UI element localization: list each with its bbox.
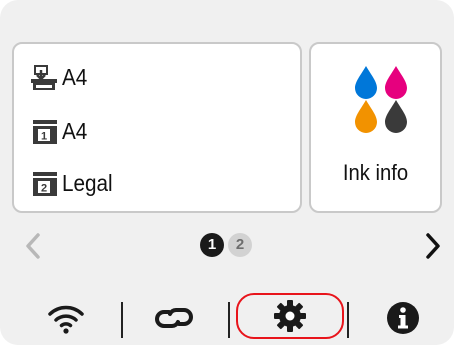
paper-row-cassette-2: 2 Legal <box>30 166 118 200</box>
page-indicator-current: 1 <box>200 233 224 257</box>
settings-button[interactable] <box>236 293 344 339</box>
cassette-1-icon: 1 <box>33 120 57 144</box>
wireless-direct-link-icon <box>155 308 193 328</box>
magenta-ink-drop <box>385 66 407 99</box>
wifi-button[interactable] <box>36 292 96 344</box>
chevron-left-icon[interactable] <box>22 232 46 260</box>
paper-size-rear-tray: A4 <box>62 63 88 90</box>
rear-tray-icon <box>31 65 57 90</box>
ink-drops-icon <box>355 66 407 133</box>
printer-home-screen: A4 1 A4 2 Legal Ink info 1 2 <box>0 0 454 345</box>
paper-settings-card[interactable]: A4 1 A4 2 Legal <box>12 42 302 213</box>
page-navigation: 1 2 <box>0 228 454 264</box>
paper-size-cassette-2: Legal <box>62 169 113 196</box>
black-ink-drop <box>385 100 407 133</box>
chevron-right-icon[interactable] <box>420 232 444 260</box>
cyan-ink-drop <box>355 66 377 99</box>
toolbar-divider <box>228 302 230 338</box>
toolbar-divider <box>347 302 349 338</box>
info-icon <box>387 302 419 334</box>
ink-info-button[interactable]: Ink info <box>309 42 442 213</box>
toolbar-divider <box>121 302 123 338</box>
cassette-1-number: 1 <box>41 131 47 143</box>
page-indicator-other: 2 <box>228 233 252 257</box>
info-button[interactable] <box>375 292 431 344</box>
wireless-direct-button[interactable] <box>142 292 206 344</box>
paper-size-cassette-1: A4 <box>62 117 88 144</box>
paper-row-rear-tray: A4 <box>30 60 90 94</box>
paper-row-cassette-1: 1 A4 <box>30 114 90 148</box>
cassette-2-number: 2 <box>41 183 47 195</box>
bottom-toolbar <box>0 282 454 342</box>
wifi-icon <box>48 305 84 334</box>
cassette-2-icon: 2 <box>33 172 57 196</box>
yellow-ink-drop <box>355 100 377 133</box>
gear-icon <box>274 300 306 332</box>
ink-info-label: Ink info <box>342 160 409 185</box>
